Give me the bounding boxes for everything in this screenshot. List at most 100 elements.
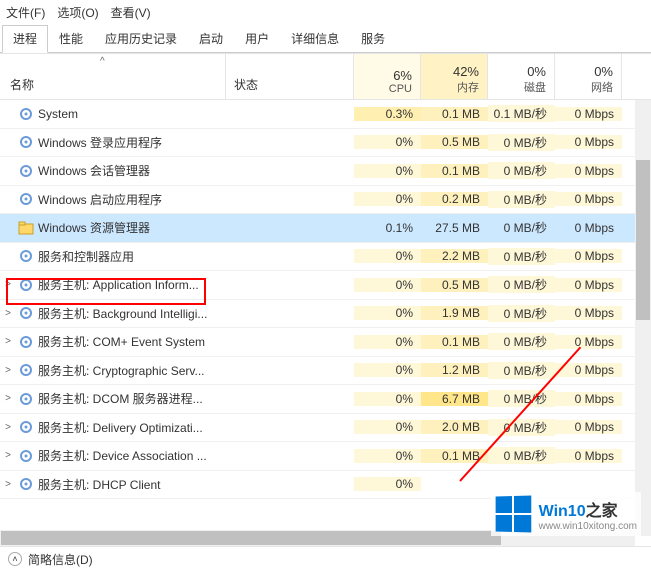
table-row[interactable]: Windows 启动应用程序0%0.2 MB0 MB/秒0 Mbps bbox=[0, 186, 651, 215]
disk-cell: 0 MB/秒 bbox=[488, 276, 555, 293]
disk-cell: 0 MB/秒 bbox=[488, 333, 555, 350]
table-row[interactable]: >服务主机: Application Inform...0%0.5 MB0 MB… bbox=[0, 271, 651, 300]
explorer-icon bbox=[18, 220, 34, 236]
disk-cell: 0 MB/秒 bbox=[488, 419, 555, 436]
table-row[interactable]: Windows 会话管理器0%0.1 MB0 MB/秒0 Mbps bbox=[0, 157, 651, 186]
memory-cell: 0.1 MB bbox=[421, 164, 488, 178]
memory-cell: 27.5 MB bbox=[421, 221, 488, 235]
header-disk[interactable]: 0% 磁盘 bbox=[488, 54, 555, 99]
sort-indicator-icon: ^ bbox=[100, 56, 105, 67]
tab-users[interactable]: 用户 bbox=[234, 25, 280, 52]
process-name: System bbox=[38, 107, 78, 121]
process-name: Windows 启动应用程序 bbox=[38, 191, 162, 208]
network-cell: 0 Mbps bbox=[555, 135, 622, 149]
menu-options[interactable]: 选项(O) bbox=[57, 4, 98, 21]
disk-cell: 0 MB/秒 bbox=[488, 162, 555, 179]
header-cpu-pct: 6% bbox=[354, 68, 412, 83]
memory-cell: 1.2 MB bbox=[421, 363, 488, 377]
process-name-cell: Windows 资源管理器 bbox=[0, 219, 226, 236]
process-name: 服务主机: DCOM 服务器进程... bbox=[38, 390, 203, 407]
tab-bar: 进程 性能 应用历史记录 启动 用户 详细信息 服务 bbox=[0, 25, 651, 53]
tab-details[interactable]: 详细信息 bbox=[280, 25, 350, 52]
cpu-cell: 0% bbox=[354, 192, 421, 206]
process-name: 服务主机: DHCP Client bbox=[38, 476, 160, 493]
network-cell: 0 Mbps bbox=[555, 420, 622, 434]
process-name: 服务主机: COM+ Event System bbox=[38, 333, 205, 350]
network-cell: 0 Mbps bbox=[555, 107, 622, 121]
tab-history[interactable]: 应用历史记录 bbox=[94, 25, 188, 52]
network-cell: 0 Mbps bbox=[555, 449, 622, 463]
disk-cell: 0 MB/秒 bbox=[488, 390, 555, 407]
expand-chevron-icon[interactable]: > bbox=[2, 365, 14, 376]
cpu-cell: 0% bbox=[354, 449, 421, 463]
cpu-cell: 0% bbox=[354, 477, 421, 491]
menu-file[interactable]: 文件(F) bbox=[6, 4, 45, 21]
footer-label[interactable]: 简略信息(D) bbox=[28, 551, 93, 568]
memory-cell: 0.5 MB bbox=[421, 135, 488, 149]
process-name-cell: >服务主机: Background Intelligi... bbox=[0, 305, 226, 322]
disk-cell: 0 MB/秒 bbox=[488, 134, 555, 151]
cpu-cell: 0% bbox=[354, 335, 421, 349]
table-row[interactable]: Windows 登录应用程序0%0.5 MB0 MB/秒0 Mbps bbox=[0, 129, 651, 158]
table-row[interactable]: >服务主机: DCOM 服务器进程...0%6.7 MB0 MB/秒0 Mbps bbox=[0, 385, 651, 414]
expand-chevron-icon[interactable]: > bbox=[2, 422, 14, 433]
tab-startup[interactable]: 启动 bbox=[188, 25, 234, 52]
table-row[interactable]: > 服务主机: COM+ Event System 0%0.1 MB0 MB/秒0 … bbox=[0, 328, 651, 357]
vertical-scrollbar-thumb[interactable] bbox=[636, 160, 650, 320]
cpu-cell: 0% bbox=[354, 392, 421, 406]
tab-performance[interactable]: 性能 bbox=[48, 25, 94, 52]
memory-cell: 1.9 MB bbox=[421, 306, 488, 320]
gear-icon bbox=[18, 305, 34, 321]
disk-cell: 0 MB/秒 bbox=[488, 305, 555, 322]
network-cell: 0 Mbps bbox=[555, 335, 622, 349]
gear-icon bbox=[18, 476, 34, 492]
header-cpu[interactable]: 6% CPU bbox=[354, 54, 421, 99]
header-status-label: 状态 bbox=[234, 76, 258, 93]
tab-services[interactable]: 服务 bbox=[350, 25, 396, 52]
cpu-cell: 0.3% bbox=[354, 107, 421, 121]
gear-icon bbox=[18, 334, 34, 350]
table-row[interactable]: Windows 资源管理器0.1%27.5 MB0 MB/秒0 Mbps bbox=[0, 214, 651, 243]
tab-processes[interactable]: 进程 bbox=[2, 25, 48, 53]
header-memory[interactable]: 42% 内存 bbox=[421, 54, 488, 99]
table-row[interactable]: >服务主机: Background Intelligi...0%1.9 MB0 … bbox=[0, 300, 651, 329]
process-table: ^ 名称 状态 6% CPU 42% 内存 0% 磁盘 0% 网络 System… bbox=[0, 53, 651, 499]
gear-icon bbox=[18, 191, 34, 207]
gear-icon bbox=[18, 419, 34, 435]
process-name-cell: Windows 会话管理器 bbox=[0, 162, 226, 179]
table-row[interactable]: >服务主机: Device Association ...0%0.1 MB0 M… bbox=[0, 442, 651, 471]
gear-icon bbox=[18, 248, 34, 264]
gear-icon bbox=[18, 362, 34, 378]
watermark-url: www.win10xitong.com bbox=[539, 521, 637, 532]
process-name-cell: 服务和控制器应用 bbox=[0, 248, 226, 265]
expand-chevron-icon[interactable]: > bbox=[2, 336, 14, 347]
table-row[interactable]: 服务和控制器应用0%2.2 MB0 MB/秒0 Mbps bbox=[0, 243, 651, 272]
footer: ˄ 简略信息(D) bbox=[0, 546, 651, 571]
vertical-scrollbar[interactable] bbox=[635, 100, 651, 536]
expand-chevron-icon[interactable]: > bbox=[2, 279, 14, 290]
disk-cell: 0 MB/秒 bbox=[488, 191, 555, 208]
network-cell: 0 Mbps bbox=[555, 392, 622, 406]
table-row[interactable]: System0.3%0.1 MB0.1 MB/秒0 Mbps bbox=[0, 100, 651, 129]
memory-cell: 0.1 MB bbox=[421, 335, 488, 349]
gear-icon bbox=[18, 106, 34, 122]
process-name-cell: > 服务主机: Application Inform... bbox=[0, 276, 226, 293]
gear-icon bbox=[18, 163, 34, 179]
horizontal-scrollbar-thumb[interactable] bbox=[1, 531, 501, 545]
expand-details-icon[interactable]: ˄ bbox=[8, 552, 22, 566]
process-name: 服务主机: Application Inform... bbox=[38, 276, 199, 293]
expand-chevron-icon[interactable]: > bbox=[2, 450, 14, 461]
header-network[interactable]: 0% 网络 bbox=[555, 54, 622, 99]
watermark: Win10之家 www.win10xitong.com bbox=[491, 492, 641, 536]
menu-view[interactable]: 查看(V) bbox=[111, 4, 151, 21]
expand-chevron-icon[interactable]: > bbox=[2, 393, 14, 404]
expand-chevron-icon[interactable]: > bbox=[2, 479, 14, 490]
network-cell: 0 Mbps bbox=[555, 221, 622, 235]
disk-cell: 0 MB/秒 bbox=[488, 362, 555, 379]
table-row[interactable]: >服务主机: Delivery Optimizati...0%2.0 MB0 M… bbox=[0, 414, 651, 443]
expand-chevron-icon[interactable]: > bbox=[2, 308, 14, 319]
header-name[interactable]: ^ 名称 bbox=[0, 54, 226, 99]
table-row[interactable]: >服务主机: Cryptographic Serv...0%1.2 MB0 MB… bbox=[0, 357, 651, 386]
network-cell: 0 Mbps bbox=[555, 192, 622, 206]
header-status[interactable]: 状态 bbox=[226, 54, 354, 99]
